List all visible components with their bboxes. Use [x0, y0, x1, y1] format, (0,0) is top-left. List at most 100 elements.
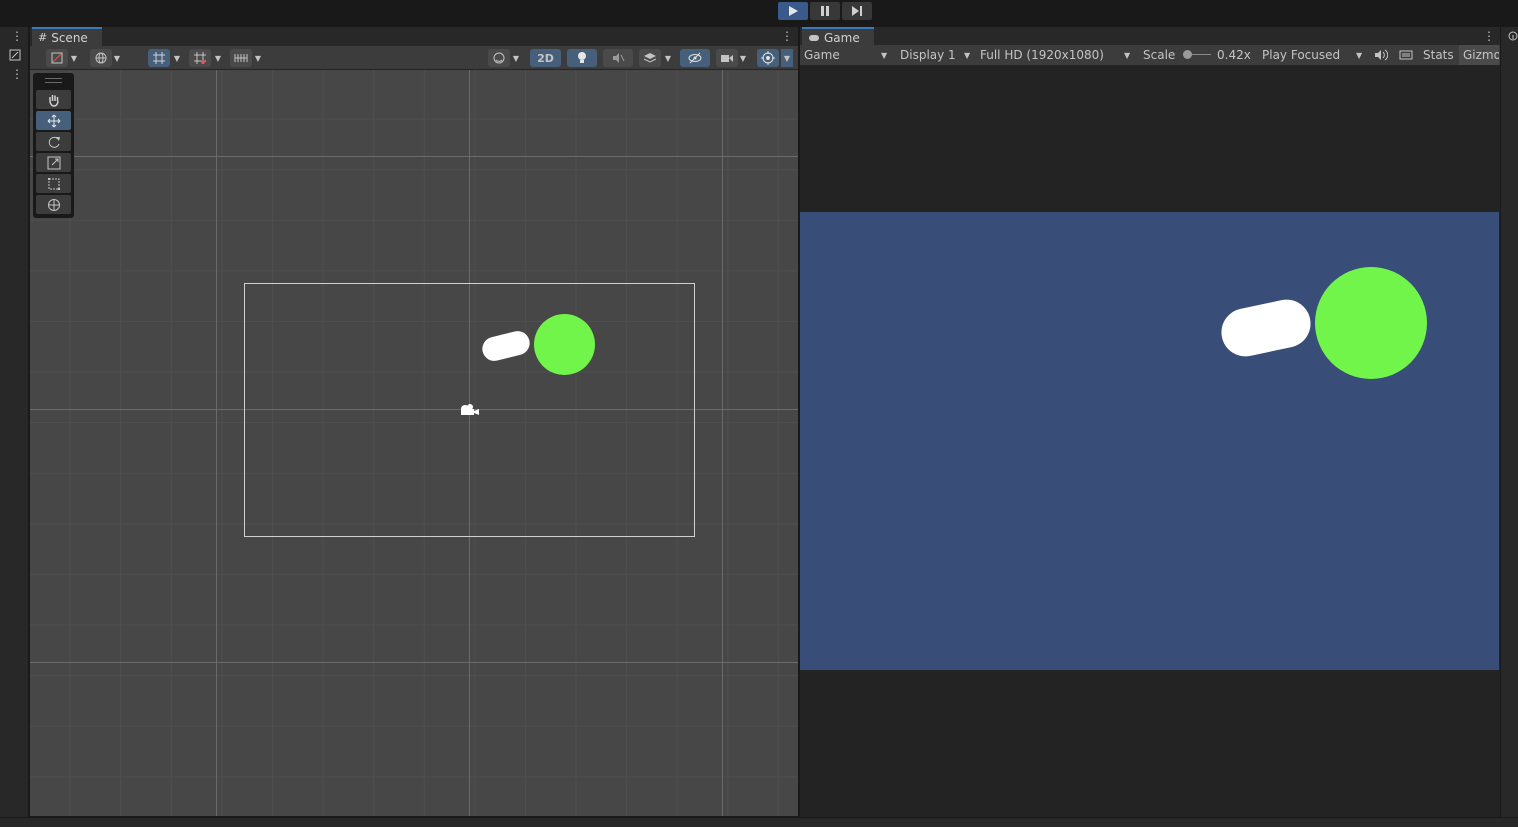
more-options-icon[interactable]: ⋮: [11, 30, 23, 42]
grid-line: [216, 70, 217, 816]
audio-muted-icon: [613, 53, 625, 63]
gamepad-icon: [809, 34, 819, 41]
transform-tool-button[interactable]: [36, 195, 71, 214]
scale-slider[interactable]: [1183, 50, 1211, 60]
audio-toggle[interactable]: [603, 49, 633, 67]
chevron-down-icon: ▼: [1356, 51, 1363, 60]
gizmos-dropdown[interactable]: ▼: [781, 49, 793, 67]
rect-transform-icon: [47, 177, 60, 190]
rect-tool-button[interactable]: [36, 174, 71, 193]
chevron-down-icon: ▼: [881, 51, 888, 60]
tool-palette: [33, 73, 74, 218]
orientation-dropdown[interactable]: ▼: [111, 49, 123, 67]
grid-hash-icon: #: [38, 31, 48, 44]
transform-icon: [47, 198, 60, 211]
step-icon: [852, 6, 862, 16]
grid-line: [722, 70, 723, 816]
move-tool-button[interactable]: [36, 111, 71, 130]
palette-drag-handle[interactable]: [45, 78, 62, 83]
increment-snap-icon: [194, 52, 206, 64]
panel-menu-icon[interactable]: ⋮: [11, 68, 23, 80]
scale-label: Scale: [1143, 48, 1176, 62]
mode-2d-toggle[interactable]: 2D: [530, 49, 561, 67]
hidden-eye-icon: [688, 52, 702, 64]
grid-snap-button[interactable]: [148, 49, 170, 67]
tab-game[interactable]: Game: [802, 27, 874, 46]
ruler-dropdown[interactable]: ▼: [252, 49, 264, 67]
shaded-icon: [51, 52, 63, 64]
step-button[interactable]: [842, 2, 872, 20]
display-select-value: Display 1: [900, 48, 956, 62]
visibility-toggle[interactable]: [680, 49, 710, 67]
pause-icon: [821, 6, 829, 16]
move-icon: [47, 114, 60, 127]
camera-icon: [721, 55, 733, 62]
game-toolbar: Game ▼ Display 1 ▼ Full HD (1920x1080) ▼…: [800, 45, 1500, 66]
scale-value: 0.42x: [1217, 48, 1251, 62]
lock-icon[interactable]: [9, 49, 21, 61]
ruler-icon: [234, 54, 248, 62]
globe-icon: [95, 52, 107, 64]
gizmos-button[interactable]: [757, 49, 779, 67]
collapsed-panel-right: [1500, 27, 1518, 817]
grid-line: [30, 662, 798, 663]
scale-icon: [47, 156, 60, 169]
stats-button[interactable]: Stats: [1423, 45, 1454, 65]
view-select-value: Game: [804, 48, 840, 62]
slider-thumb[interactable]: [1183, 50, 1192, 59]
gizmo-icon: [761, 51, 775, 65]
grid-snap-dropdown[interactable]: ▼: [171, 49, 183, 67]
scene-more-icon[interactable]: ⋮: [781, 30, 793, 42]
lighting-toggle[interactable]: [567, 49, 597, 67]
collapsed-panel-left: ⋮ ⋮: [0, 27, 29, 817]
camera-dropdown[interactable]: ▼: [737, 49, 749, 67]
play-icon: [789, 6, 798, 16]
scene-tabbar: # Scene ⋮: [30, 27, 798, 46]
camera-button[interactable]: [716, 49, 738, 67]
play-button[interactable]: [778, 2, 808, 20]
hand-icon: [48, 94, 59, 107]
resolution-select-value: Full HD (1920x1080): [980, 48, 1104, 62]
sphere-icon: [493, 52, 505, 64]
scale-tool-button[interactable]: [36, 153, 71, 172]
tab-game-label: Game: [824, 30, 860, 45]
rotate-tool-button[interactable]: [36, 132, 71, 151]
lightbulb-icon: [578, 52, 586, 63]
play-mode-select[interactable]: Play Focused ▼: [1262, 45, 1366, 65]
chevron-down-icon: ▼: [964, 51, 971, 60]
game-canvas[interactable]: [800, 212, 1499, 670]
audio-icon[interactable]: [1374, 49, 1388, 61]
view-select[interactable]: Game ▼: [804, 45, 890, 65]
tab-scene-label: Scene: [51, 30, 88, 45]
chevron-down-icon: ▼: [1124, 51, 1131, 60]
increment-snap-dropdown[interactable]: ▼: [212, 49, 224, 67]
render-mode-dropdown[interactable]: ▼: [510, 49, 522, 67]
effects-button[interactable]: [639, 49, 661, 67]
camera-gizmo-icon[interactable]: [459, 402, 481, 418]
hand-tool-button[interactable]: [36, 90, 71, 109]
resolution-select[interactable]: Full HD (1920x1080) ▼: [980, 45, 1135, 65]
display-select[interactable]: Display 1 ▼: [900, 45, 974, 65]
increment-snap-button[interactable]: [189, 49, 211, 67]
keyboard-icon[interactable]: [1399, 49, 1413, 61]
render-mode-button[interactable]: [488, 49, 510, 67]
ruler-button[interactable]: [230, 49, 252, 67]
pause-button[interactable]: [810, 2, 840, 20]
orientation-button[interactable]: [90, 49, 112, 67]
grid-snap-icon: [153, 52, 165, 64]
paddle-sprite-game: [1216, 295, 1316, 361]
grid-line: [30, 156, 798, 157]
tab-scene[interactable]: # Scene: [32, 27, 102, 46]
draw-mode-dropdown[interactable]: ▼: [68, 49, 80, 67]
effects-dropdown[interactable]: ▼: [662, 49, 674, 67]
draw-mode-button[interactable]: [46, 49, 68, 67]
gizmos-toggle[interactable]: Gizmo: [1459, 45, 1499, 65]
game-more-icon[interactable]: ⋮: [1483, 30, 1495, 42]
scene-viewport[interactable]: [30, 70, 798, 816]
rotate-icon: [48, 136, 60, 148]
ball-sprite[interactable]: [534, 314, 595, 375]
info-icon[interactable]: [1508, 31, 1518, 41]
layers-icon: [643, 53, 657, 63]
play-toolbar: [0, 0, 1518, 24]
play-mode-value: Play Focused: [1262, 48, 1341, 62]
